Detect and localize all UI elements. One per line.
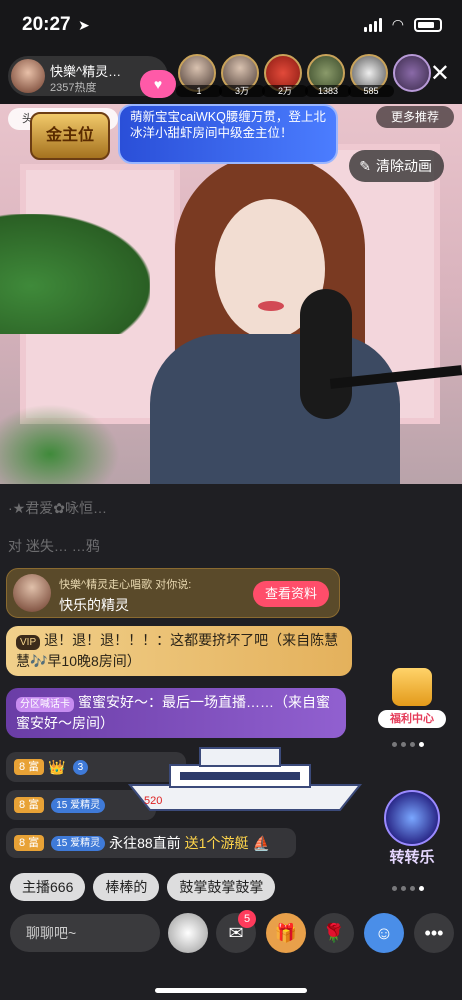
close-icon[interactable]: ✕	[430, 62, 450, 86]
vip-message-text: 退！退！退！！！：这都要挤坏了吧（来自陈慧慧🎶早10晚8房间）	[16, 632, 339, 669]
spin-pager	[392, 886, 424, 891]
spin-wheel-button[interactable]: 转转乐	[380, 790, 444, 874]
viewer-list: 1 3万 2万 1383 585	[176, 54, 431, 97]
vip-badge: VIP	[16, 635, 41, 650]
wifi-icon: ◠	[391, 16, 404, 32]
card-header: 快樂^精灵走心唱歌 对你说:	[59, 579, 192, 591]
more-options-icon[interactable]: •••	[414, 913, 454, 953]
user-avatar[interactable]	[168, 913, 208, 953]
broom-icon: ✎	[359, 157, 371, 174]
location-arrow-icon: ➤	[78, 17, 90, 33]
yacht-number: 520	[144, 795, 162, 807]
rose-icon[interactable]: 🌹	[314, 913, 354, 953]
spin-wheel-icon	[384, 790, 440, 846]
host-name: 快樂^精灵…	[50, 64, 122, 79]
welfare-center-button[interactable]: 福利中心	[378, 668, 446, 728]
level-badge: 15 爱精灵	[51, 797, 106, 813]
level-badge: 3	[72, 759, 89, 775]
level-badge: 15 爱精灵	[51, 835, 106, 851]
card-message: 快乐的精灵	[59, 597, 129, 613]
faded-message: ·★君爱✿咏恒…	[8, 500, 107, 516]
viewer-label: 1	[176, 85, 222, 97]
yacht-gift-icon: ⛵	[252, 834, 270, 851]
palm-decoration	[0, 404, 120, 484]
gift-action: 送1个游艇	[184, 835, 249, 851]
gift-sender-name: 永往88直前	[109, 835, 181, 851]
signal-icon	[363, 17, 382, 32]
wealth-rank-badge: 8 富	[14, 759, 45, 775]
yacht-gift-animation: 520	[127, 747, 363, 811]
streamer-top	[150, 334, 400, 484]
shout-card-tag: 分区喊话卡	[16, 697, 74, 712]
viewer-avatar[interactable]: 585	[348, 54, 394, 97]
mascot-icon[interactable]: ☺	[364, 913, 404, 953]
status-bar: 20:27 ➤ ◠	[0, 0, 462, 48]
viewer-avatar[interactable]: 1	[176, 54, 222, 97]
battery-icon	[414, 17, 442, 32]
welfare-pager	[392, 742, 424, 747]
host-avatar[interactable]	[11, 59, 45, 93]
viewer-avatar[interactable]	[393, 54, 431, 92]
streamer-lips	[258, 301, 284, 311]
gold-seat-badge: 金主位	[30, 112, 110, 160]
crown-icon: 👑	[48, 758, 66, 775]
host-info[interactable]: 快樂^精灵… 2357热度 ♥	[8, 56, 176, 98]
gift-icon[interactable]: 🎁	[266, 913, 306, 953]
chat-input[interactable]: 聊聊吧~	[10, 914, 160, 952]
more-recommend-button[interactable]: 更多推荐	[376, 106, 454, 128]
status-icons: ◠	[363, 16, 442, 33]
viewer-label: 585	[348, 85, 394, 97]
clock: 20:27	[22, 14, 71, 35]
faded-message: 对 迷失… …鸦	[8, 538, 100, 554]
gift-message-row[interactable]: 8 富 15 爱精灵 永往88直前 送1个游艇 ⛵	[6, 828, 296, 858]
view-profile-button[interactable]: 查看资料	[253, 581, 329, 607]
quick-reply-chip[interactable]: 鼓掌鼓掌鼓掌	[167, 873, 276, 901]
viewer-avatar[interactable]: 1383	[305, 54, 351, 97]
message-count-badge: 5	[238, 910, 256, 928]
spin-wheel-label: 转转乐	[389, 849, 435, 866]
wealth-rank-badge: 8 富	[14, 797, 45, 813]
quick-reply-chip[interactable]: 棒棒的	[93, 873, 160, 901]
viewer-avatar[interactable]: 3万	[219, 54, 265, 97]
microphone	[300, 289, 352, 419]
palm-decoration	[0, 214, 150, 334]
quick-reply-chip[interactable]: 主播666	[10, 873, 86, 901]
quick-replies: 主播666 棒棒的 鼓掌鼓掌鼓掌	[10, 873, 276, 901]
home-indicator	[155, 988, 307, 993]
treasure-chest-icon	[392, 668, 432, 706]
vip-message[interactable]: VIP 退！退！退！！！：这都要挤坏了吧（来自陈慧慧🎶早10晚8房间）	[6, 626, 352, 676]
welfare-center-label: 福利中心	[378, 710, 446, 728]
clear-animation-label: 清除动画	[376, 158, 432, 174]
card-avatar[interactable]	[13, 574, 51, 612]
viewer-label: 3万	[219, 85, 265, 97]
viewer-label: 2万	[262, 85, 308, 97]
wealth-rank-badge: 8 富	[14, 835, 45, 851]
clear-animation-button[interactable]: ✎ 清除动画	[349, 150, 444, 182]
host-popularity: 2357热度	[50, 82, 97, 94]
bottom-bar: 聊聊吧~ ✉ 5 🎁 🌹 ☺ •••	[0, 910, 462, 1000]
gold-seat-banner[interactable]: 萌新宝宝caiWKQ腰缠万贯，登上北冰洋小甜虾房间中级金主位！	[118, 104, 338, 164]
room-header: 快樂^精灵… 2357热度 ♥ 1 3万 2万 1383 585 ✕	[0, 48, 462, 104]
follow-heart-button[interactable]: ♥	[140, 70, 176, 98]
viewer-avatar[interactable]: 2万	[262, 54, 308, 97]
host-message-card[interactable]: 快樂^精灵走心唱歌 对你说: 快乐的精灵 查看资料	[6, 568, 340, 618]
viewer-label: 1383	[305, 85, 351, 97]
